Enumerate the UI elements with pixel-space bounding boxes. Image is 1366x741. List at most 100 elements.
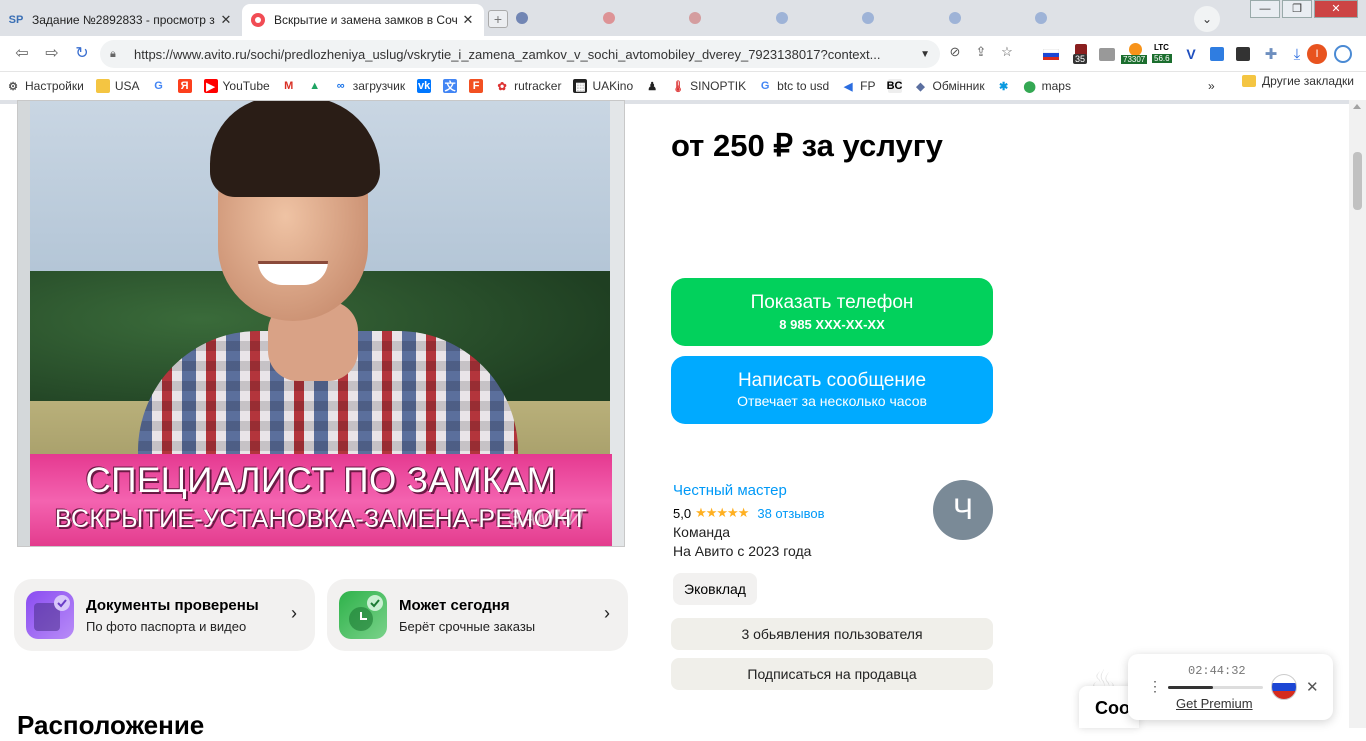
bookmark-item[interactable]: Я	[172, 74, 198, 98]
bookmark-item[interactable]: vk	[411, 74, 437, 98]
download-extension-icon[interactable]	[1206, 42, 1228, 66]
ltc-label: LTC	[1154, 43, 1169, 52]
share-icon[interactable]: ⇪	[972, 42, 990, 62]
v-extension-icon[interactable]: V	[1180, 42, 1202, 66]
tab-title: Задание №2892833 - просмотр з	[32, 13, 215, 27]
shield-extension-icon[interactable]: 35	[1070, 42, 1092, 66]
bookmark-label: btc to usd	[777, 79, 830, 93]
seller-avatar[interactable]: Ч	[933, 480, 993, 540]
badge-documents-verified[interactable]: Документы проверены По фото паспорта и в…	[14, 579, 315, 651]
scrollbar-thumb[interactable]	[1353, 152, 1362, 210]
bookmark-item[interactable]: 🌡︎ SINOPTIK	[665, 74, 752, 98]
page-scrollbar[interactable]	[1349, 100, 1366, 728]
other-bookmarks-label: Другие закладки	[1262, 74, 1354, 88]
seller-tag-chip[interactable]: Эковклад	[673, 573, 757, 605]
mini-tab[interactable]	[516, 8, 597, 28]
bookmark-item[interactable]: ✱	[991, 74, 1017, 98]
maps-icon: ⬤	[1023, 80, 1036, 93]
bookmarks-overflow-button[interactable]: »	[1202, 74, 1221, 98]
bookmark-item[interactable]: Gbtc to usd	[752, 74, 835, 98]
close-tab-icon[interactable]: ✕	[218, 12, 234, 28]
bc-icon: BC	[886, 79, 903, 93]
russia-flag-icon[interactable]	[1040, 42, 1062, 66]
ltc-price-badge: 56.6	[1152, 54, 1172, 63]
bookmark-item[interactable]: USA	[90, 74, 146, 98]
scroll-up-arrow-icon[interactable]	[1353, 104, 1361, 109]
bookmark-item[interactable]: ⚙ Настройки	[0, 74, 90, 98]
player-menu-icon[interactable]: ⋮	[1148, 678, 1162, 695]
window-close-icon[interactable]: ✕	[1314, 0, 1358, 18]
mini-tab[interactable]	[948, 8, 1030, 28]
blocked-icon[interactable]: ⊘	[946, 42, 964, 62]
bookmark-item[interactable]: ▲	[302, 74, 328, 98]
russia-flag-icon[interactable]	[1271, 674, 1297, 700]
reload-icon[interactable]: ↻	[72, 44, 92, 64]
briefcase-extension-icon[interactable]	[1096, 42, 1118, 66]
mini-tab[interactable]	[862, 8, 943, 28]
terminal-extension-icon[interactable]	[1232, 42, 1254, 66]
bookmark-item[interactable]: ⬤ maps	[1017, 74, 1077, 98]
badge-can-today[interactable]: Может сегодня Берёт срочные заказы ›	[327, 579, 628, 651]
player-close-icon[interactable]: ✕	[1306, 678, 1319, 696]
show-phone-button[interactable]: Показать телефон 8 985 XXX-XX-XX	[671, 278, 993, 346]
url-text[interactable]: https://www.avito.ru/sochi/predlozheniya…	[134, 47, 914, 62]
maximize-icon[interactable]: ❐	[1282, 0, 1312, 18]
bookmark-item[interactable]: 文	[437, 74, 463, 98]
forward-arrow-icon[interactable]: ⇨	[42, 44, 62, 64]
player-progress-bar[interactable]	[1168, 686, 1263, 689]
phone-number-masked: 8 985 XXX-XX-XX	[779, 317, 885, 332]
other-bookmarks[interactable]: Другие закладки	[1242, 74, 1354, 88]
bookmark-item[interactable]: ◀ FP	[835, 74, 881, 98]
bookmark-item[interactable]: M	[276, 74, 302, 98]
puzzle-extensions-icon[interactable]: ✚	[1260, 42, 1282, 66]
url-dropdown-icon[interactable]: ▼	[920, 49, 930, 60]
bookmark-item[interactable]: F	[463, 74, 489, 98]
bookmark-item[interactable]: BC	[882, 74, 908, 98]
bookmark-item[interactable]: ◆ Обмінник	[908, 74, 991, 98]
tab-search-chevron-icon[interactable]: ⌄	[1194, 6, 1220, 32]
bookmark-item[interactable]: ∞ загрузчик	[328, 74, 411, 98]
bookmark-item[interactable]: ▶ YouTube	[198, 74, 276, 98]
tab-task[interactable]: SP Задание №2892833 - просмотр з ✕	[0, 4, 242, 36]
bookmark-label: загрузчик	[352, 79, 406, 93]
back-arrow-icon[interactable]: ⇦	[12, 44, 32, 64]
mini-tab[interactable]	[775, 8, 857, 28]
bookmark-label: Настройки	[25, 79, 84, 93]
badge-title: Может сегодня	[399, 597, 510, 614]
ltc-extension-icon[interactable]: LTC 56.6	[1152, 42, 1178, 66]
sp-favicon-icon: SP	[8, 14, 24, 26]
bookmark-label: YouTube	[222, 79, 270, 93]
bookmark-item[interactable]: ✿ rutracker	[489, 74, 567, 98]
subscribe-seller-button[interactable]: Подписаться на продавца	[671, 658, 993, 690]
mini-tab[interactable]	[689, 8, 770, 28]
bookmark-item[interactable]: G	[146, 74, 172, 98]
bookmark-label: SINOPTIK	[690, 79, 747, 93]
bitcoin-extension-icon[interactable]: 73307	[1120, 42, 1152, 66]
minimize-icon[interactable]: —	[1250, 0, 1280, 18]
get-premium-link[interactable]: Get Premium	[1176, 696, 1253, 711]
close-tab-icon[interactable]: ✕	[460, 12, 476, 28]
write-message-button[interactable]: Написать сообщение Отвечает за несколько…	[671, 356, 993, 424]
price: от 250 ₽ за услугу	[671, 128, 943, 163]
bookmark-label: USA	[114, 79, 140, 93]
downloads-icon[interactable]: ⤓	[1286, 42, 1308, 66]
address-bar[interactable]: 🔒︎ https://www.avito.ru/sochi/predlozhen…	[100, 40, 940, 68]
exchange-icon: ◆	[916, 80, 925, 93]
tab-avito[interactable]: Вскрытие и замена замков в Соч ✕	[242, 4, 484, 36]
new-tab-button[interactable]: +	[488, 10, 508, 28]
bookmark-star-icon[interactable]: ☆	[998, 42, 1016, 62]
reviews-link[interactable]: 38 отзывов	[757, 506, 824, 521]
globe-extension-icon[interactable]	[1332, 42, 1354, 66]
user-listings-button[interactable]: 3 обьявления пользователя	[671, 618, 993, 650]
seller-rating: 5,0 ★★★★★ 38 отзывов	[673, 505, 825, 521]
mini-tab[interactable]	[602, 8, 684, 28]
mini-tab[interactable]	[1035, 8, 1116, 28]
bookmark-item[interactable]: ♟	[639, 74, 665, 98]
bookmark-item[interactable]: ▦ UAKino	[567, 74, 639, 98]
google-icon: G	[154, 80, 163, 92]
uakino-icon: ▦	[573, 79, 588, 93]
listing-photo[interactable]: СПЕЦИАЛИСТ ПО ЗАМКАМ ВСКРЫТИЕ-УСТАНОВКА-…	[17, 100, 625, 547]
seller-name-link[interactable]: Честный мастер	[673, 482, 787, 499]
bookmark-label: FP	[860, 79, 876, 93]
profile-avatar[interactable]: I	[1306, 42, 1328, 66]
